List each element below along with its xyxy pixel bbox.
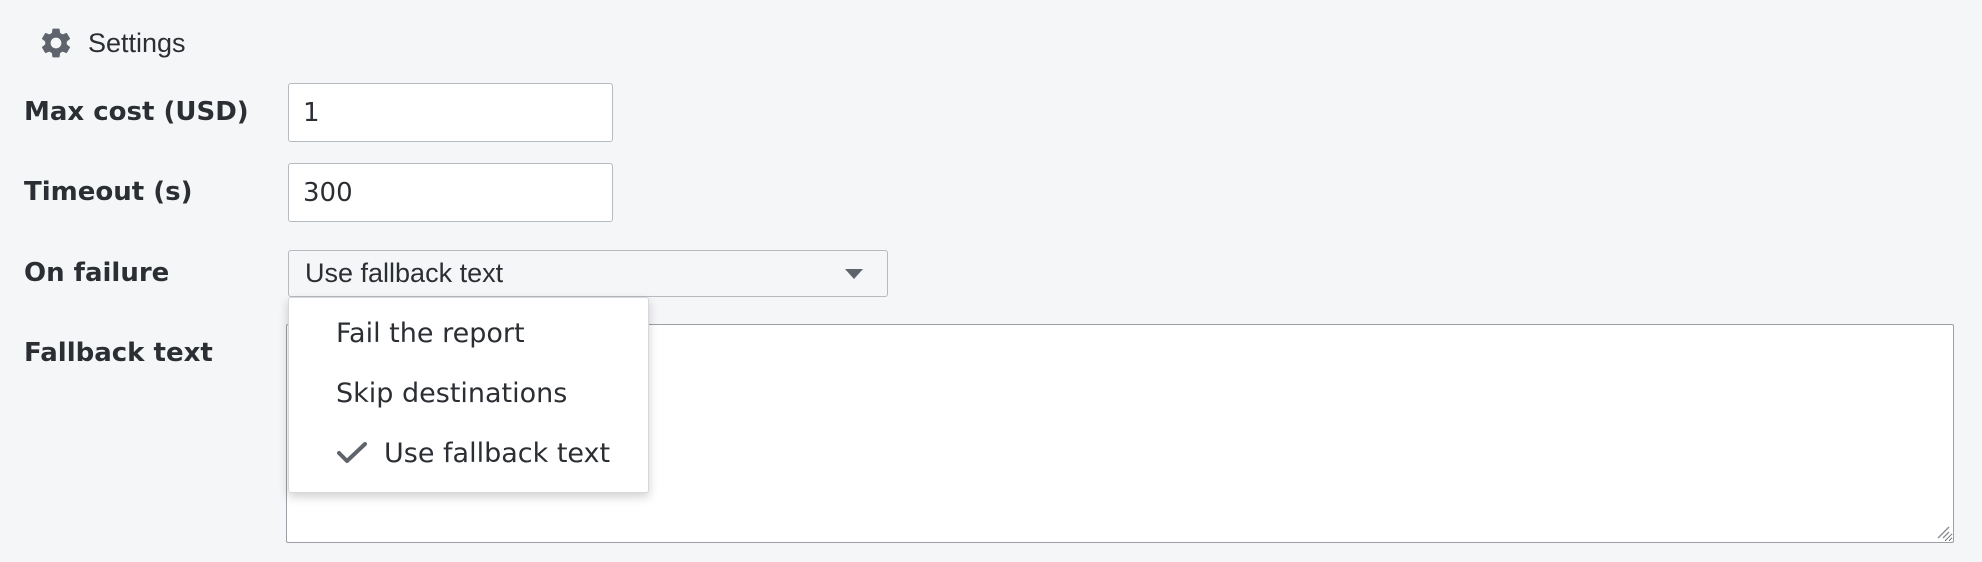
menu-item-use-fallback-text[interactable]: Use fallback text: [289, 428, 648, 478]
menu-item-fail-the-report[interactable]: Fail the report: [289, 308, 648, 358]
menu-item-skip-destinations[interactable]: Skip destinations: [289, 368, 648, 418]
on-failure-dropdown-menu: Fail the report Skip destinations Use fa…: [288, 297, 649, 493]
timeout-input[interactable]: [288, 163, 613, 222]
fallback-text-label: Fallback text: [24, 338, 213, 368]
on-failure-select[interactable]: Use fallback text: [288, 250, 888, 297]
gear-icon: [38, 25, 74, 61]
max-cost-label: Max cost (USD): [24, 97, 249, 127]
check-icon: [337, 442, 367, 463]
settings-header: Settings: [38, 25, 186, 61]
chevron-down-icon: [845, 268, 863, 279]
resize-handle-icon[interactable]: [1936, 525, 1950, 539]
menu-item-label: Fail the report: [336, 317, 525, 349]
page-title: Settings: [88, 27, 186, 58]
on-failure-selected-value: Use fallback text: [305, 258, 504, 288]
timeout-label: Timeout (s): [24, 177, 193, 207]
menu-item-label: Skip destinations: [336, 377, 568, 409]
on-failure-label: On failure: [24, 258, 170, 288]
max-cost-input[interactable]: [288, 83, 613, 142]
